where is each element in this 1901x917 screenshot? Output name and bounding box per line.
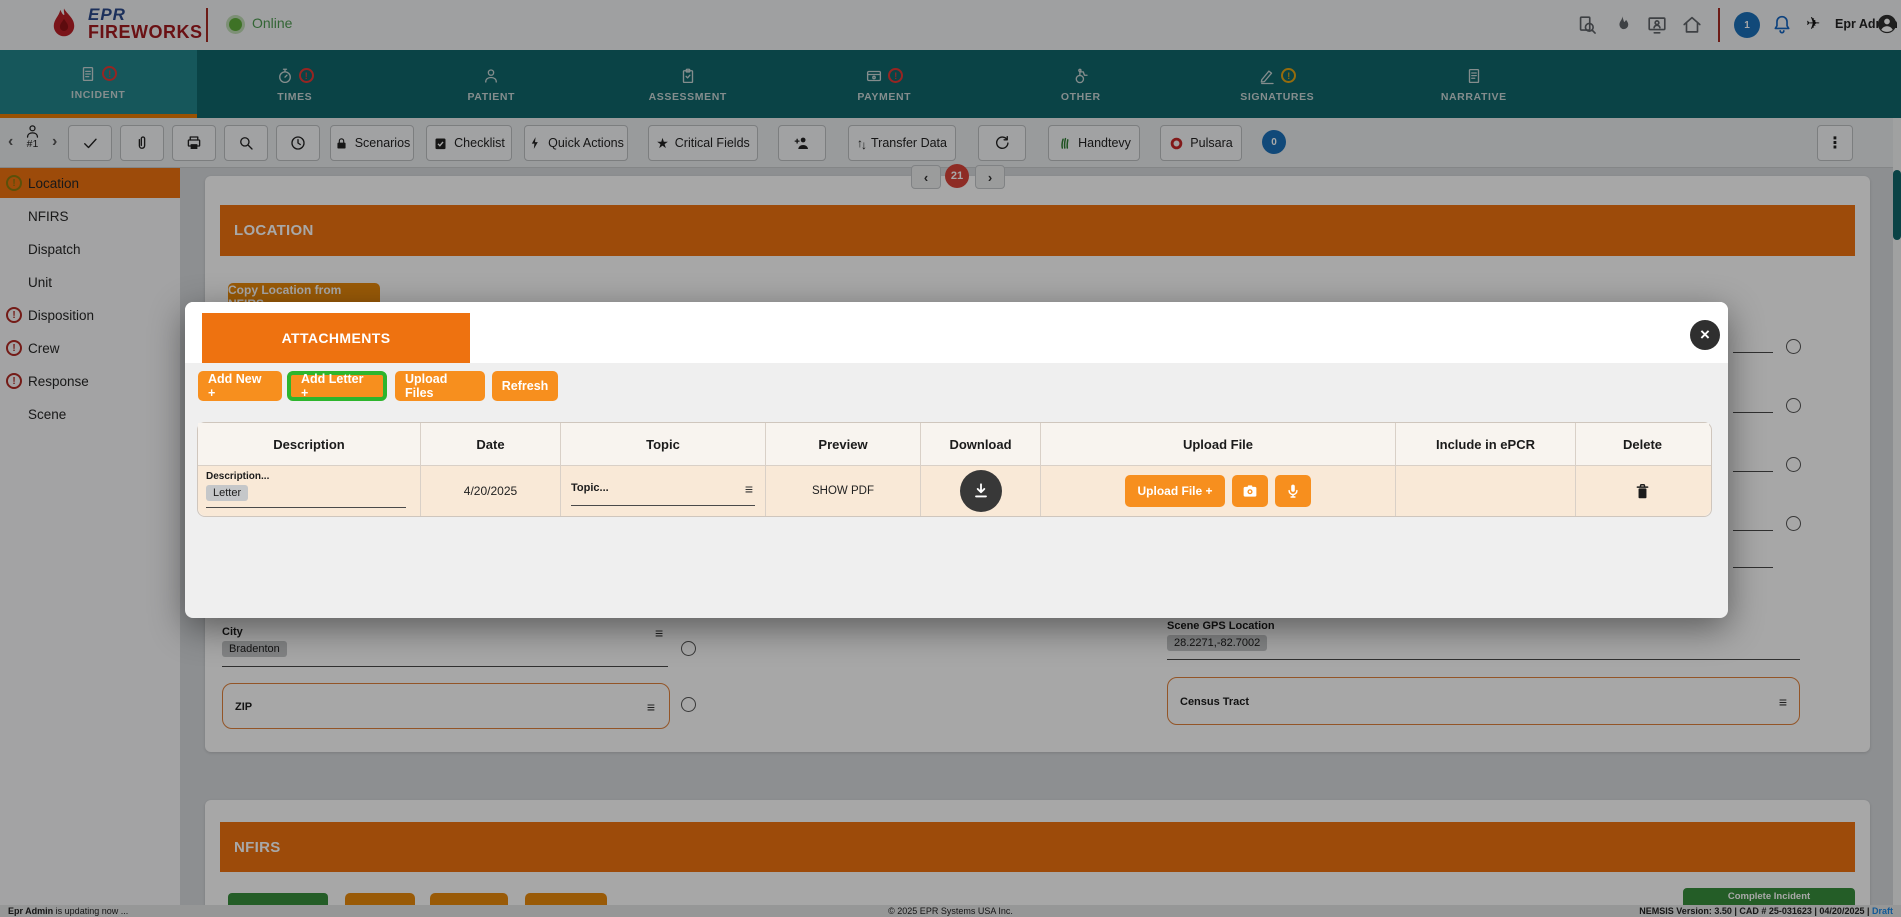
attachments-modal: ATTACHMENTS × Add New + Add Letter + Upl… — [185, 302, 1728, 618]
close-icon[interactable]: × — [1690, 320, 1720, 350]
description-cell[interactable]: Description... Letter — [198, 466, 421, 516]
delete-trash-button[interactable] — [1633, 482, 1652, 501]
refresh-attachments-button[interactable]: Refresh — [492, 371, 558, 401]
col-date: Date — [421, 423, 561, 465]
col-upload-file: Upload File — [1041, 423, 1396, 465]
topic-field-placeholder: Topic... — [571, 482, 609, 494]
topic-cell[interactable]: Topic... ≡ — [561, 466, 766, 516]
topic-underline — [571, 505, 755, 506]
camera-icon — [1241, 482, 1259, 500]
attachments-table: Description Date Topic Preview Download … — [197, 422, 1712, 517]
trash-icon — [1633, 482, 1652, 501]
microphone-button[interactable] — [1275, 475, 1311, 507]
description-value-chip: Letter — [206, 485, 248, 501]
add-new-button[interactable]: Add New + — [198, 371, 282, 401]
description-field-label: Description... — [206, 471, 269, 482]
table-header-row: Description Date Topic Preview Download … — [198, 423, 1711, 465]
topic-menu-icon[interactable]: ≡ — [745, 482, 753, 496]
upload-files-button[interactable]: Upload Files — [395, 371, 485, 401]
description-underline — [206, 507, 406, 508]
add-letter-button[interactable]: Add Letter + — [287, 371, 387, 401]
col-topic: Topic — [561, 423, 766, 465]
modal-title: ATTACHMENTS — [202, 313, 470, 363]
col-delete: Delete — [1576, 423, 1709, 465]
col-download: Download — [921, 423, 1041, 465]
col-preview: Preview — [766, 423, 921, 465]
upload-file-cell: Upload File + — [1041, 466, 1396, 516]
include-epcr-cell[interactable] — [1396, 466, 1576, 516]
microphone-icon — [1284, 482, 1302, 500]
download-icon — [971, 481, 991, 501]
download-button[interactable] — [960, 470, 1002, 512]
delete-cell — [1576, 466, 1709, 516]
date-cell: 4/20/2025 — [421, 466, 561, 516]
download-cell — [921, 466, 1041, 516]
upload-file-button[interactable]: Upload File + — [1125, 475, 1224, 507]
table-row: Description... Letter 4/20/2025 Topic...… — [198, 465, 1711, 516]
camera-button[interactable] — [1232, 475, 1268, 507]
col-include-epcr: Include in ePCR — [1396, 423, 1576, 465]
show-pdf-link[interactable]: SHOW PDF — [766, 466, 921, 516]
col-description: Description — [198, 423, 421, 465]
